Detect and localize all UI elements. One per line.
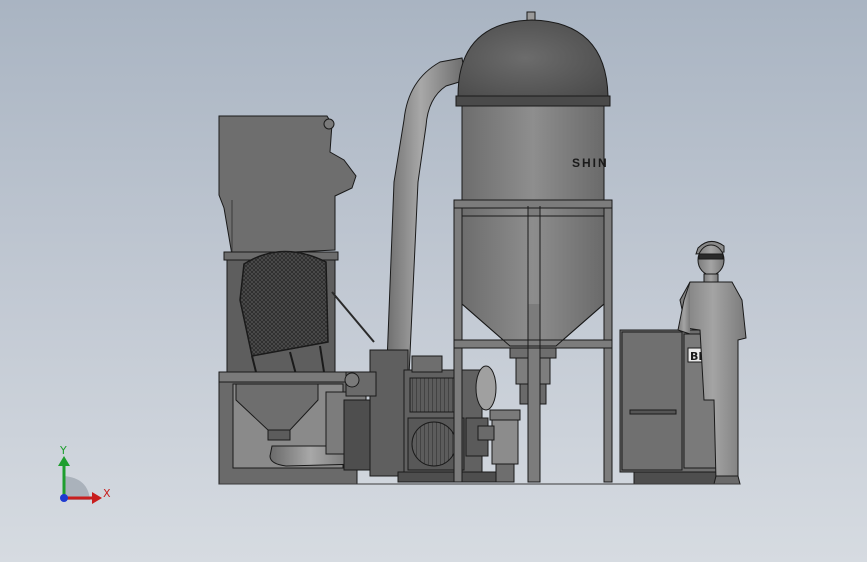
feed-hopper bbox=[218, 115, 357, 256]
view-triad[interactable]: Y X bbox=[58, 444, 111, 504]
motor-cooling-fins bbox=[409, 377, 461, 413]
triad-plane-arc bbox=[64, 476, 90, 500]
operator-head bbox=[697, 244, 725, 276]
x-axis-arrow-icon bbox=[92, 492, 102, 504]
crusher-machine[interactable] bbox=[218, 115, 375, 485]
hopper-knob bbox=[323, 118, 335, 130]
silo-dome bbox=[457, 19, 609, 97]
mesh-guard bbox=[239, 250, 329, 357]
motor-fan bbox=[411, 421, 457, 467]
z-axis-dot-icon bbox=[60, 494, 68, 502]
cad-viewport[interactable]: SHIN BBB bbox=[0, 0, 867, 562]
x-axis-label: X bbox=[103, 487, 111, 500]
silo-label: SHIN bbox=[572, 156, 609, 170]
y-axis-arrow-icon bbox=[58, 456, 70, 466]
blower-housing bbox=[369, 349, 409, 477]
y-axis-label: Y bbox=[59, 444, 67, 457]
